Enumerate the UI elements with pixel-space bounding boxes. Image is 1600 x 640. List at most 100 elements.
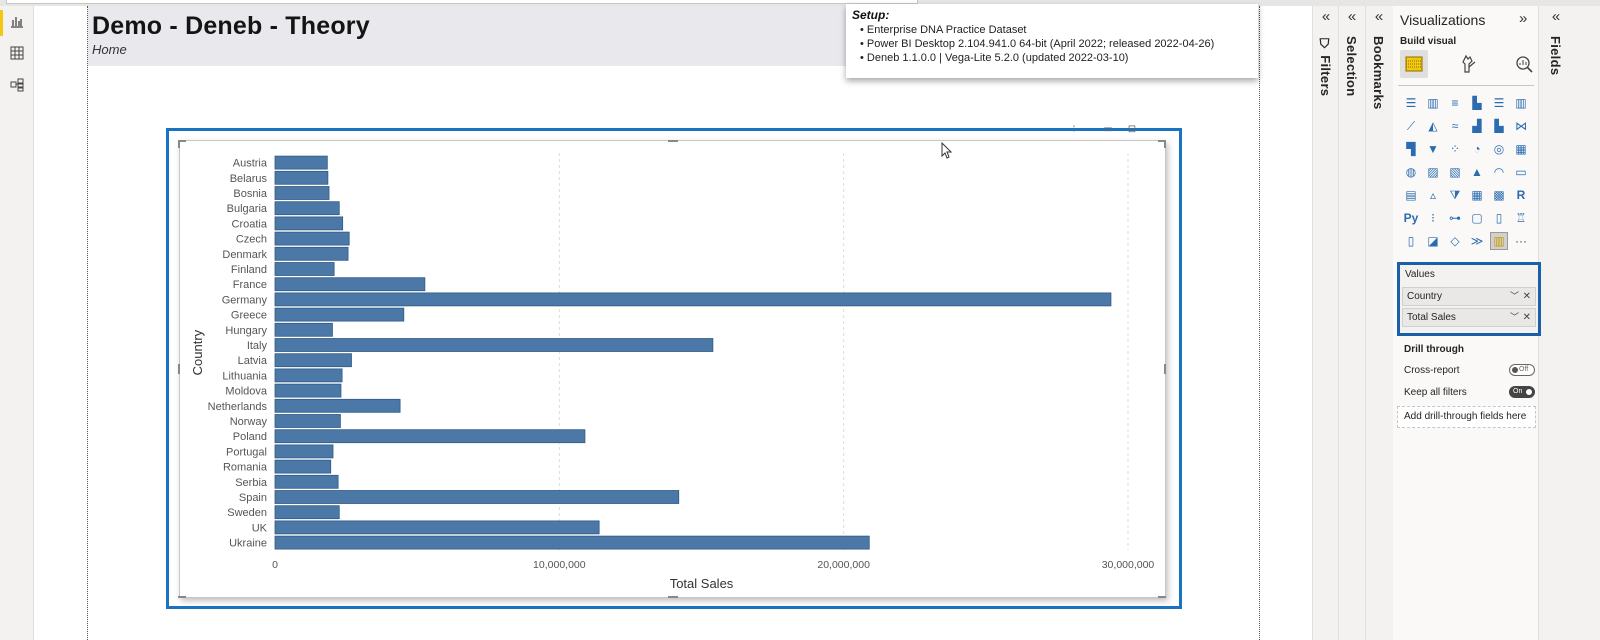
- resize-handle[interactable]: [1158, 596, 1166, 598]
- bookmarks-collapse-button[interactable]: «: [1368, 8, 1390, 25]
- deneb-icon[interactable]: ▥: [1490, 232, 1508, 250]
- bar-croatia: [274, 216, 344, 231]
- qa-icon[interactable]: ▢: [1468, 209, 1486, 227]
- close-icon[interactable]: ✕: [1523, 288, 1531, 305]
- formula-bar[interactable]: [6, 0, 918, 4]
- table-icon[interactable]: ▦: [1468, 186, 1486, 204]
- metrics-icon[interactable]: ♖: [1512, 209, 1530, 227]
- fields-tab[interactable]: [1400, 50, 1428, 78]
- stacked-bar-icon[interactable]: ☰: [1402, 94, 1420, 112]
- analytics-tab[interactable]: [1510, 50, 1538, 78]
- setup-note: Setup: Enterprise DNA Practice Dataset P…: [846, 4, 1258, 78]
- y-tick-label: Serbia: [235, 477, 268, 489]
- y-tick-label: Croatia: [232, 218, 268, 230]
- 100-stacked-bar-icon[interactable]: ☰: [1490, 94, 1508, 112]
- map-icon[interactable]: ◍: [1402, 163, 1420, 181]
- model-view-button[interactable]: [8, 76, 26, 94]
- keep-filters-toggle[interactable]: On: [1509, 386, 1535, 398]
- selection-collapse-button[interactable]: «: [1341, 8, 1363, 25]
- stacked-area-icon[interactable]: ≈: [1446, 117, 1464, 135]
- bar-sweden: [274, 505, 340, 520]
- stacked-column-icon[interactable]: ▥: [1424, 94, 1442, 112]
- visualizations-expand-button[interactable]: »: [1519, 10, 1527, 27]
- chevron-down-icon[interactable]: ﹀: [1510, 309, 1519, 326]
- line-icon[interactable]: ⟋: [1402, 117, 1420, 135]
- scatter-icon[interactable]: ⁘: [1446, 140, 1464, 158]
- cross-report-toggle[interactable]: Off: [1509, 364, 1535, 376]
- fields-collapse-button[interactable]: «: [1545, 8, 1567, 25]
- area-icon[interactable]: ◭: [1424, 117, 1442, 135]
- treemap-icon[interactable]: ▦: [1512, 140, 1530, 158]
- y-tick-label: Portugal: [226, 446, 267, 458]
- data-view-button[interactable]: [8, 44, 26, 62]
- azure-map-icon[interactable]: ▲: [1468, 163, 1486, 181]
- fields-label[interactable]: Fields: [1548, 36, 1563, 75]
- power-automate-icon[interactable]: ◇: [1446, 232, 1464, 250]
- 100-stacked-column-icon[interactable]: ▥: [1512, 94, 1530, 112]
- python-visual-icon[interactable]: Py: [1402, 209, 1420, 227]
- report-view-button[interactable]: [8, 12, 26, 30]
- chevron-down-icon[interactable]: ﹀: [1510, 288, 1519, 305]
- smart-narrative-icon[interactable]: ▯: [1490, 209, 1508, 227]
- selection-label[interactable]: Selection: [1344, 36, 1359, 97]
- y-tick-label: Moldova: [225, 386, 267, 398]
- resize-handle[interactable]: [1164, 140, 1166, 148]
- decomposition-tree-icon[interactable]: ⊶: [1446, 209, 1464, 227]
- clustered-column-icon[interactable]: ▙: [1468, 94, 1486, 112]
- resize-handle[interactable]: [668, 140, 678, 142]
- filter-icon[interactable]: ⁝: [1068, 124, 1080, 136]
- shape-map-icon[interactable]: ▧: [1446, 163, 1464, 181]
- donut-icon[interactable]: ◎: [1490, 140, 1508, 158]
- waterfall-icon[interactable]: ▜: [1402, 140, 1420, 158]
- filled-map-icon[interactable]: ▨: [1424, 163, 1442, 181]
- filters-pane[interactable]: « ⛉ Filters: [1313, 6, 1339, 640]
- selection-pane[interactable]: « Selection: [1339, 6, 1366, 640]
- key-influencers-icon[interactable]: ⁝: [1424, 209, 1442, 227]
- x-tick-label: 0: [272, 559, 278, 571]
- more-options-icon[interactable]: ⊡: [1126, 124, 1138, 136]
- left-nav: [0, 6, 34, 640]
- narrative-icon[interactable]: ≫: [1468, 232, 1486, 250]
- ribbon-icon[interactable]: ⋈: [1512, 117, 1530, 135]
- gauge-icon[interactable]: ◠: [1490, 163, 1508, 181]
- filters-label[interactable]: ⛉ Filters: [1318, 38, 1333, 96]
- clustered-bar-icon[interactable]: ≡: [1446, 94, 1464, 112]
- format-tab[interactable]: [1455, 50, 1483, 78]
- pie-icon[interactable]: ◔: [1468, 140, 1486, 158]
- fields-pane[interactable]: « Fields: [1540, 6, 1600, 640]
- bar-finland: [274, 262, 335, 276]
- y-tick-label: Netherlands: [208, 401, 268, 413]
- focus-mode-icon[interactable]: ▭: [1102, 124, 1114, 136]
- bar-chart-icon: [11, 17, 23, 28]
- close-icon[interactable]: ✕: [1523, 309, 1531, 326]
- matrix-icon[interactable]: ▩: [1490, 186, 1508, 204]
- slicer-icon[interactable]: ⧩: [1446, 186, 1464, 204]
- more-icon[interactable]: ···: [1512, 232, 1530, 250]
- bar-uk: [274, 520, 600, 535]
- filters-collapse-button[interactable]: «: [1315, 8, 1337, 25]
- multi-row-card-icon[interactable]: ▤: [1402, 186, 1420, 204]
- drill-through-drop-zone[interactable]: Add drill-through fields here: [1397, 406, 1536, 428]
- bookmarks-pane[interactable]: « Bookmarks: [1366, 6, 1394, 640]
- values-field-country[interactable]: Country ﹀ ✕: [1402, 287, 1536, 306]
- resize-handle[interactable]: [1164, 364, 1166, 374]
- values-field-total-sales[interactable]: Total Sales ﹀ ✕: [1402, 308, 1536, 327]
- bar-bosnia: [274, 186, 330, 200]
- y-tick-label: Finland: [231, 264, 267, 276]
- resize-handle[interactable]: [178, 596, 186, 598]
- deneb-visual[interactable]: Austria Belarus Bosnia Bulgaria Croatia Czech…: [179, 140, 1166, 598]
- drill-through-heading: Drill through: [1404, 344, 1464, 355]
- r-visual-icon[interactable]: R: [1512, 186, 1530, 204]
- card-icon[interactable]: ▭: [1512, 163, 1530, 181]
- kpi-icon[interactable]: ▵: [1424, 186, 1442, 204]
- resize-handle[interactable]: [178, 140, 180, 148]
- y-tick-label: Sweden: [227, 507, 267, 519]
- resize-handle[interactable]: [668, 596, 678, 598]
- line-stacked-column-icon[interactable]: ▙: [1490, 117, 1508, 135]
- funnel-icon[interactable]: ▼: [1424, 140, 1442, 158]
- resize-handle[interactable]: [178, 364, 180, 374]
- bookmarks-label[interactable]: Bookmarks: [1371, 36, 1386, 110]
- line-clustered-column-icon[interactable]: ▟: [1468, 117, 1486, 135]
- power-apps-icon[interactable]: ◪: [1424, 232, 1442, 250]
- paginated-report-icon[interactable]: ▯: [1402, 232, 1420, 250]
